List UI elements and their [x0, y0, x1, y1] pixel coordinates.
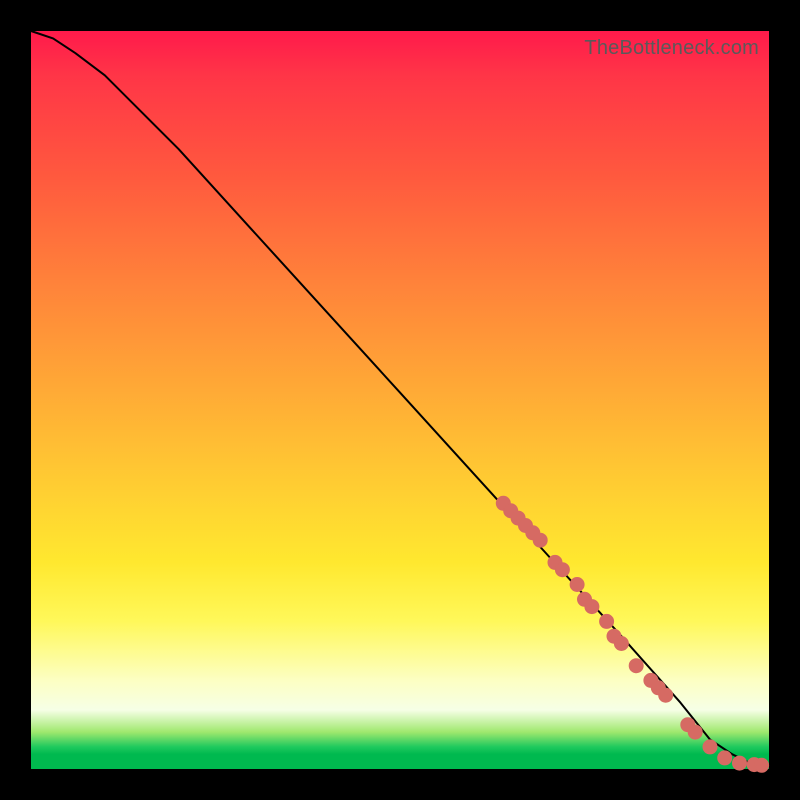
scatter-dot [703, 740, 717, 754]
scatter-dot [688, 725, 702, 739]
scatter-dot [600, 614, 614, 628]
scatter-group [496, 496, 768, 772]
scatter-dot [733, 756, 747, 770]
scatter-dot [570, 578, 584, 592]
plot-area: TheBottleneck.com [31, 31, 769, 769]
scatter-dot [614, 637, 628, 651]
scatter-dot [659, 688, 673, 702]
scatter-dot [629, 659, 643, 673]
scatter-dot [718, 751, 732, 765]
scatter-dot [755, 758, 769, 772]
curve-line [31, 31, 769, 765]
scatter-dot [533, 533, 547, 547]
chart-svg [31, 31, 769, 769]
scatter-dot [585, 600, 599, 614]
scatter-dot [555, 563, 569, 577]
chart-frame: TheBottleneck.com [0, 0, 800, 800]
